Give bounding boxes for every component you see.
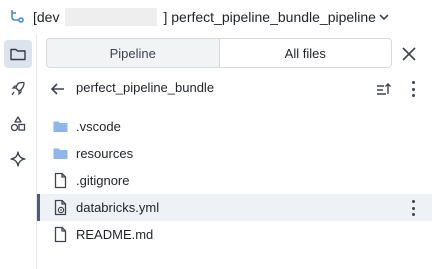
title-prefix: [dev — [33, 9, 60, 25]
sparkle-icon — [10, 151, 26, 167]
folder-icon — [53, 148, 68, 159]
pipeline-icon — [11, 10, 24, 23]
list-item-readme[interactable]: README.md — [37, 221, 432, 248]
left-rail — [0, 34, 37, 269]
back-arrow-icon[interactable] — [50, 81, 66, 97]
file-name: README.md — [76, 227, 154, 242]
list-item-resources[interactable]: resources — [37, 140, 432, 167]
current-folder-label: perfect_pipeline_bundle — [76, 80, 215, 95]
tab-pipeline[interactable]: Pipeline — [47, 39, 219, 67]
config-file-icon — [54, 199, 67, 216]
folder-icon — [53, 121, 68, 132]
path-bar: perfect_pipeline_bundle — [46, 78, 426, 100]
file-icon — [54, 226, 67, 243]
top-bar: [dev ] perfect_pipeline_bundle_pipeline — [0, 0, 432, 34]
list-item-gitignore[interactable]: .gitignore — [37, 167, 432, 194]
file-name: .vscode — [76, 119, 121, 134]
close-icon[interactable] — [400, 45, 418, 63]
rocket-icon — [11, 81, 25, 96]
rail-shapes-button[interactable] — [4, 110, 32, 138]
path-more-button[interactable] — [410, 81, 416, 97]
sort-icon[interactable] — [376, 81, 392, 97]
list-item-vscode[interactable]: .vscode — [37, 113, 432, 140]
rail-assistant-button[interactable] — [4, 145, 32, 173]
chevron-down-icon[interactable] — [378, 11, 390, 23]
file-name: resources — [76, 146, 134, 161]
redacted-block — [65, 8, 158, 26]
shapes-icon — [10, 116, 26, 132]
rail-files-button[interactable] — [4, 40, 32, 68]
file-name: .gitignore — [76, 173, 130, 188]
file-name: databricks.yml — [76, 200, 160, 215]
view-tabs: Pipeline All files — [46, 38, 392, 68]
row-more-button[interactable] — [410, 200, 416, 216]
rail-deploy-button[interactable] — [4, 75, 32, 103]
file-list: .vscode resources .gitignore databricks.… — [37, 113, 432, 248]
folder-icon — [10, 48, 26, 61]
tab-all-files[interactable]: All files — [218, 39, 391, 67]
pipeline-title[interactable]: [dev ] perfect_pipeline_bundle_pipeline — [33, 8, 376, 26]
file-icon — [54, 172, 67, 189]
title-suffix: ] perfect_pipeline_bundle_pipeline — [163, 9, 376, 25]
list-item-databricks-yml[interactable]: databricks.yml — [37, 194, 432, 221]
